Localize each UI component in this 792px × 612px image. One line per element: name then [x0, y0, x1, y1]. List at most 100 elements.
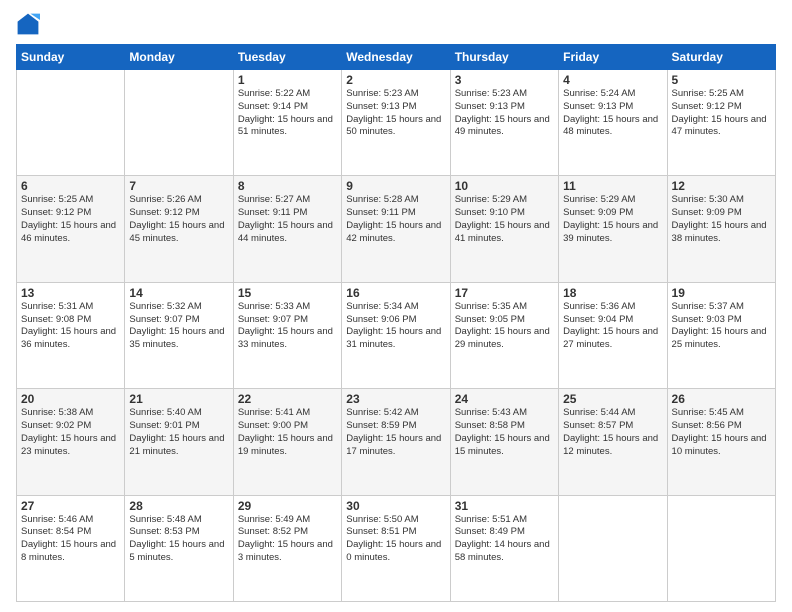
day-detail: Sunrise: 5:27 AMSunset: 9:11 PMDaylight:…: [238, 194, 337, 245]
day-number: 3: [455, 73, 554, 87]
calendar-cell: 12Sunrise: 5:30 AMSunset: 9:09 PMDayligh…: [667, 176, 775, 282]
day-detail: Sunrise: 5:48 AMSunset: 8:53 PMDaylight:…: [129, 514, 228, 565]
day-detail: Sunrise: 5:25 AMSunset: 9:12 PMDaylight:…: [672, 88, 771, 139]
calendar-cell: 9Sunrise: 5:28 AMSunset: 9:11 PMDaylight…: [342, 176, 450, 282]
calendar-cell: 19Sunrise: 5:37 AMSunset: 9:03 PMDayligh…: [667, 282, 775, 388]
day-number: 23: [346, 392, 445, 406]
calendar-cell: 13Sunrise: 5:31 AMSunset: 9:08 PMDayligh…: [17, 282, 125, 388]
day-detail: Sunrise: 5:30 AMSunset: 9:09 PMDaylight:…: [672, 194, 771, 245]
header: [16, 12, 776, 36]
day-number: 16: [346, 286, 445, 300]
calendar-week-2: 6Sunrise: 5:25 AMSunset: 9:12 PMDaylight…: [17, 176, 776, 282]
calendar-week-5: 27Sunrise: 5:46 AMSunset: 8:54 PMDayligh…: [17, 495, 776, 601]
calendar-cell: 21Sunrise: 5:40 AMSunset: 9:01 PMDayligh…: [125, 389, 233, 495]
calendar-cell: 6Sunrise: 5:25 AMSunset: 9:12 PMDaylight…: [17, 176, 125, 282]
calendar-cell: 5Sunrise: 5:25 AMSunset: 9:12 PMDaylight…: [667, 70, 775, 176]
day-detail: Sunrise: 5:51 AMSunset: 8:49 PMDaylight:…: [455, 514, 554, 565]
day-detail: Sunrise: 5:32 AMSunset: 9:07 PMDaylight:…: [129, 301, 228, 352]
calendar-cell: 17Sunrise: 5:35 AMSunset: 9:05 PMDayligh…: [450, 282, 558, 388]
day-number: 4: [563, 73, 662, 87]
day-detail: Sunrise: 5:29 AMSunset: 9:10 PMDaylight:…: [455, 194, 554, 245]
calendar-header-thursday: Thursday: [450, 45, 558, 70]
day-detail: Sunrise: 5:22 AMSunset: 9:14 PMDaylight:…: [238, 88, 337, 139]
day-number: 5: [672, 73, 771, 87]
calendar-header-friday: Friday: [559, 45, 667, 70]
day-number: 21: [129, 392, 228, 406]
day-detail: Sunrise: 5:28 AMSunset: 9:11 PMDaylight:…: [346, 194, 445, 245]
day-detail: Sunrise: 5:41 AMSunset: 9:00 PMDaylight:…: [238, 407, 337, 458]
calendar-cell: [667, 495, 775, 601]
day-number: 24: [455, 392, 554, 406]
day-detail: Sunrise: 5:49 AMSunset: 8:52 PMDaylight:…: [238, 514, 337, 565]
day-detail: Sunrise: 5:29 AMSunset: 9:09 PMDaylight:…: [563, 194, 662, 245]
calendar-cell: 8Sunrise: 5:27 AMSunset: 9:11 PMDaylight…: [233, 176, 341, 282]
day-detail: Sunrise: 5:42 AMSunset: 8:59 PMDaylight:…: [346, 407, 445, 458]
day-detail: Sunrise: 5:26 AMSunset: 9:12 PMDaylight:…: [129, 194, 228, 245]
day-number: 13: [21, 286, 120, 300]
calendar-cell: 3Sunrise: 5:23 AMSunset: 9:13 PMDaylight…: [450, 70, 558, 176]
day-detail: Sunrise: 5:46 AMSunset: 8:54 PMDaylight:…: [21, 514, 120, 565]
day-number: 18: [563, 286, 662, 300]
day-number: 14: [129, 286, 228, 300]
logo-icon: [16, 12, 40, 36]
calendar-cell: 23Sunrise: 5:42 AMSunset: 8:59 PMDayligh…: [342, 389, 450, 495]
calendar-header-row: SundayMondayTuesdayWednesdayThursdayFrid…: [17, 45, 776, 70]
calendar-cell: 25Sunrise: 5:44 AMSunset: 8:57 PMDayligh…: [559, 389, 667, 495]
calendar-cell: 4Sunrise: 5:24 AMSunset: 9:13 PMDaylight…: [559, 70, 667, 176]
day-number: 17: [455, 286, 554, 300]
day-detail: Sunrise: 5:24 AMSunset: 9:13 PMDaylight:…: [563, 88, 662, 139]
calendar-cell: 1Sunrise: 5:22 AMSunset: 9:14 PMDaylight…: [233, 70, 341, 176]
calendar-week-1: 1Sunrise: 5:22 AMSunset: 9:14 PMDaylight…: [17, 70, 776, 176]
day-number: 26: [672, 392, 771, 406]
calendar-table: SundayMondayTuesdayWednesdayThursdayFrid…: [16, 44, 776, 602]
day-detail: Sunrise: 5:23 AMSunset: 9:13 PMDaylight:…: [455, 88, 554, 139]
calendar-header-saturday: Saturday: [667, 45, 775, 70]
day-detail: Sunrise: 5:36 AMSunset: 9:04 PMDaylight:…: [563, 301, 662, 352]
calendar-cell: 14Sunrise: 5:32 AMSunset: 9:07 PMDayligh…: [125, 282, 233, 388]
day-number: 28: [129, 499, 228, 513]
day-number: 2: [346, 73, 445, 87]
day-detail: Sunrise: 5:45 AMSunset: 8:56 PMDaylight:…: [672, 407, 771, 458]
logo: [16, 12, 42, 36]
calendar-cell: 7Sunrise: 5:26 AMSunset: 9:12 PMDaylight…: [125, 176, 233, 282]
calendar-cell: 15Sunrise: 5:33 AMSunset: 9:07 PMDayligh…: [233, 282, 341, 388]
calendar-cell: 28Sunrise: 5:48 AMSunset: 8:53 PMDayligh…: [125, 495, 233, 601]
day-number: 11: [563, 179, 662, 193]
page: SundayMondayTuesdayWednesdayThursdayFrid…: [0, 0, 792, 612]
calendar-cell: 31Sunrise: 5:51 AMSunset: 8:49 PMDayligh…: [450, 495, 558, 601]
calendar-cell: [559, 495, 667, 601]
calendar-cell: 11Sunrise: 5:29 AMSunset: 9:09 PMDayligh…: [559, 176, 667, 282]
calendar-cell: 22Sunrise: 5:41 AMSunset: 9:00 PMDayligh…: [233, 389, 341, 495]
calendar-week-4: 20Sunrise: 5:38 AMSunset: 9:02 PMDayligh…: [17, 389, 776, 495]
day-number: 19: [672, 286, 771, 300]
calendar-cell: 18Sunrise: 5:36 AMSunset: 9:04 PMDayligh…: [559, 282, 667, 388]
day-number: 30: [346, 499, 445, 513]
day-detail: Sunrise: 5:50 AMSunset: 8:51 PMDaylight:…: [346, 514, 445, 565]
day-detail: Sunrise: 5:33 AMSunset: 9:07 PMDaylight:…: [238, 301, 337, 352]
day-number: 31: [455, 499, 554, 513]
day-detail: Sunrise: 5:37 AMSunset: 9:03 PMDaylight:…: [672, 301, 771, 352]
day-detail: Sunrise: 5:40 AMSunset: 9:01 PMDaylight:…: [129, 407, 228, 458]
calendar-cell: 27Sunrise: 5:46 AMSunset: 8:54 PMDayligh…: [17, 495, 125, 601]
calendar-header-wednesday: Wednesday: [342, 45, 450, 70]
calendar-cell: 16Sunrise: 5:34 AMSunset: 9:06 PMDayligh…: [342, 282, 450, 388]
calendar-cell: 26Sunrise: 5:45 AMSunset: 8:56 PMDayligh…: [667, 389, 775, 495]
calendar-cell: 24Sunrise: 5:43 AMSunset: 8:58 PMDayligh…: [450, 389, 558, 495]
calendar-cell: [17, 70, 125, 176]
day-number: 7: [129, 179, 228, 193]
day-detail: Sunrise: 5:44 AMSunset: 8:57 PMDaylight:…: [563, 407, 662, 458]
calendar-week-3: 13Sunrise: 5:31 AMSunset: 9:08 PMDayligh…: [17, 282, 776, 388]
day-number: 10: [455, 179, 554, 193]
day-number: 6: [21, 179, 120, 193]
calendar-header-monday: Monday: [125, 45, 233, 70]
day-number: 27: [21, 499, 120, 513]
calendar-header-sunday: Sunday: [17, 45, 125, 70]
calendar-cell: 2Sunrise: 5:23 AMSunset: 9:13 PMDaylight…: [342, 70, 450, 176]
day-number: 12: [672, 179, 771, 193]
day-number: 22: [238, 392, 337, 406]
day-number: 20: [21, 392, 120, 406]
day-number: 8: [238, 179, 337, 193]
day-detail: Sunrise: 5:38 AMSunset: 9:02 PMDaylight:…: [21, 407, 120, 458]
calendar-cell: 20Sunrise: 5:38 AMSunset: 9:02 PMDayligh…: [17, 389, 125, 495]
day-detail: Sunrise: 5:35 AMSunset: 9:05 PMDaylight:…: [455, 301, 554, 352]
